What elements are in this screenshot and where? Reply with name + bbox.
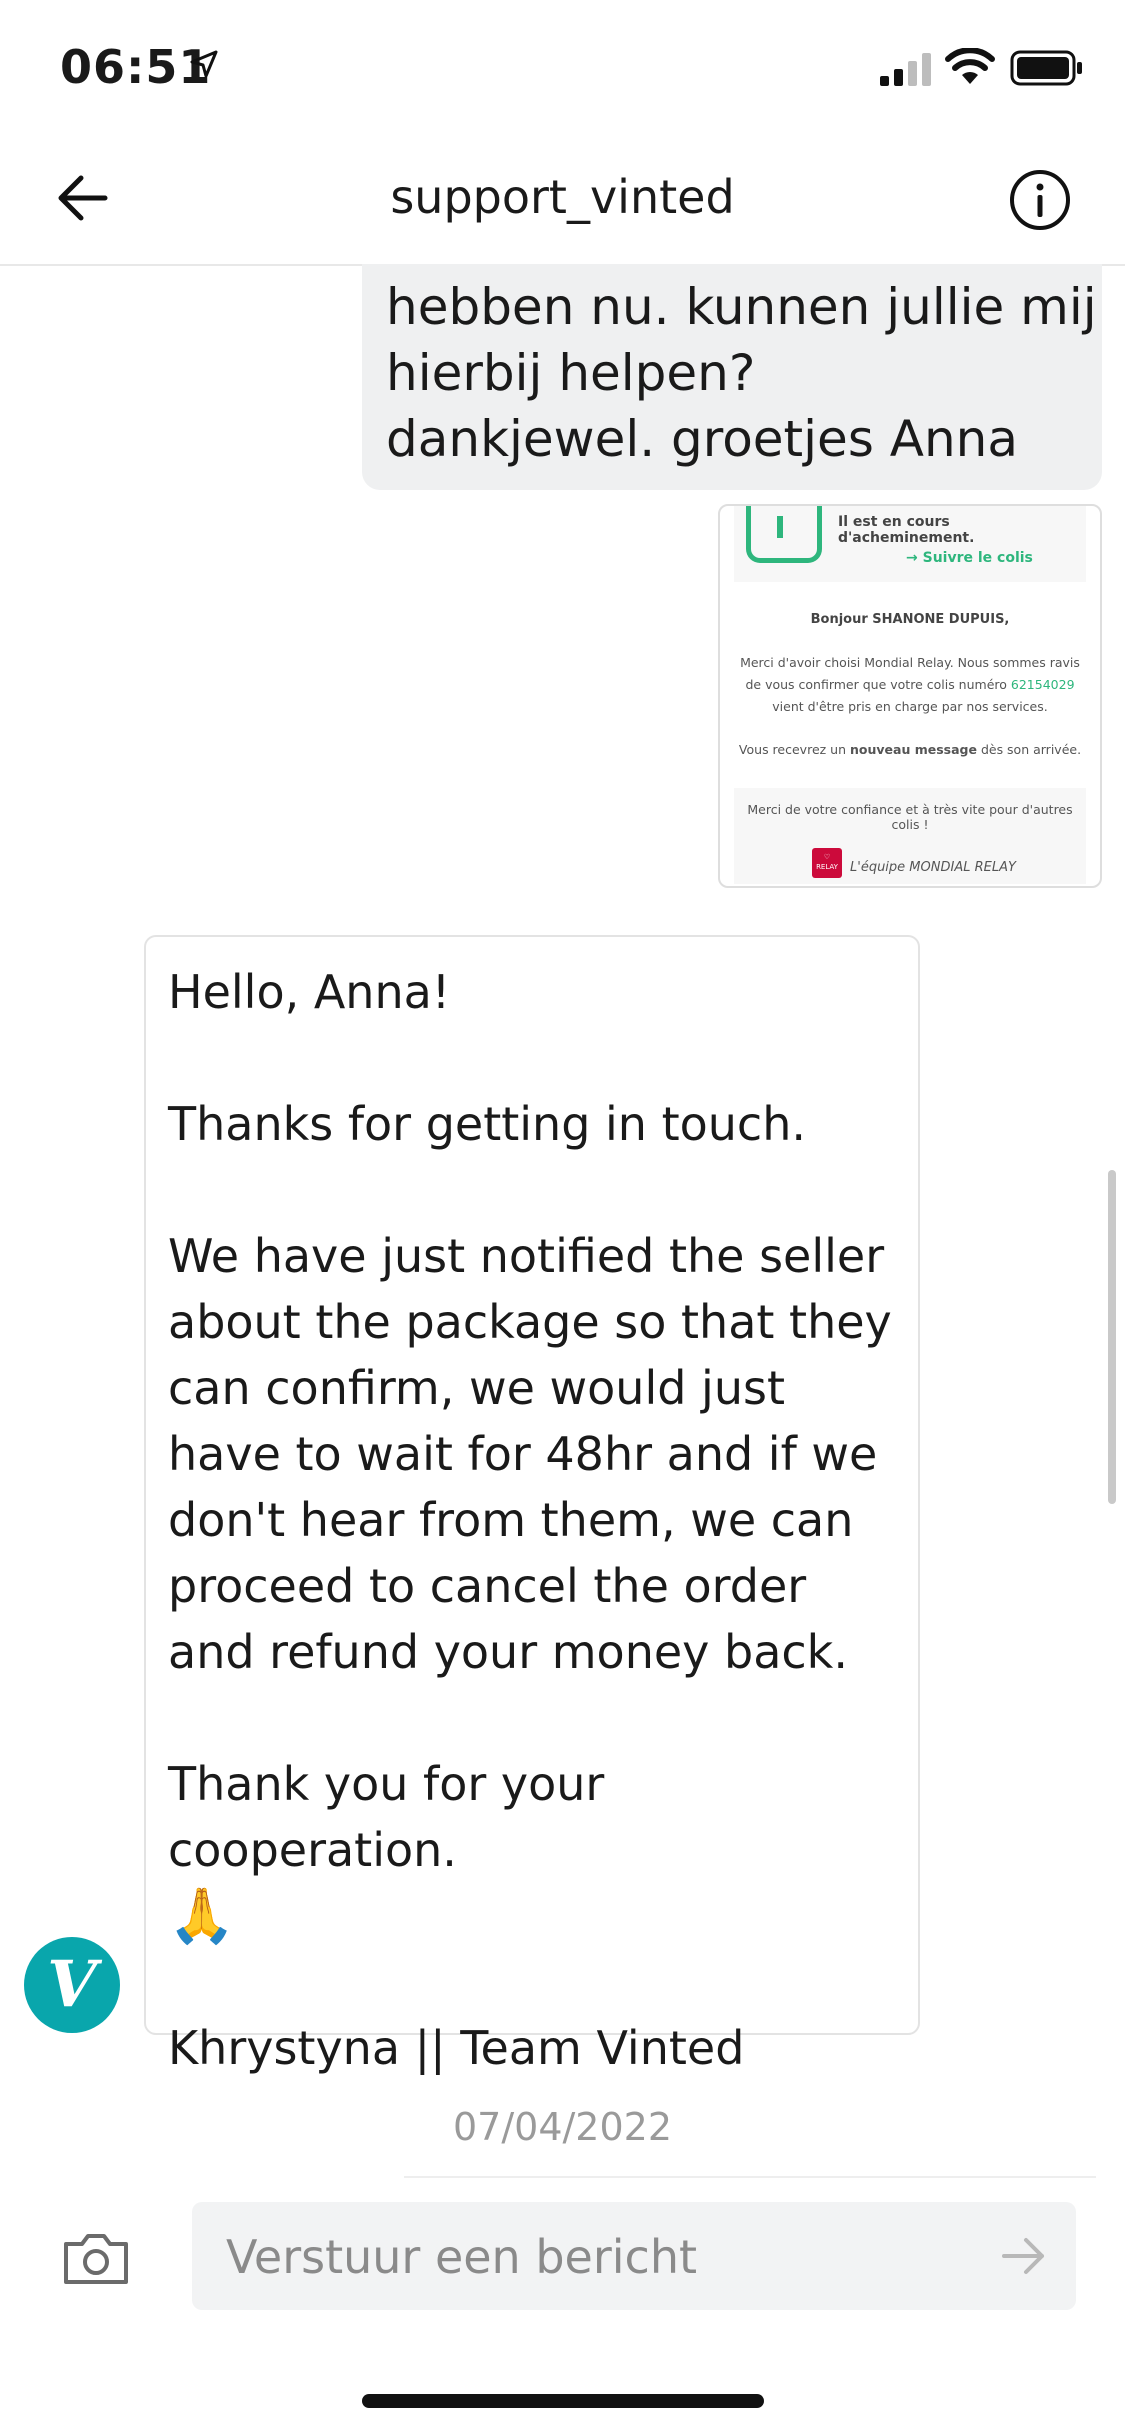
user-message-text: hebben nu. kunnen jullie mij hierbij hel… [386, 278, 1097, 468]
support-paragraph: Thanks for getting in touch. [168, 1097, 806, 1151]
support-signature: Khrystyna || Team Vinted [168, 2021, 745, 2075]
wifi-icon [945, 48, 995, 84]
attachment-signature: L'équipe MONDIAL RELAY [850, 860, 1016, 875]
chat-header: support_vinted [0, 140, 1125, 266]
mondial-relay-logo: ♡ RELAY [812, 848, 842, 878]
attachment-body: Merci d'avoir choisi Mondial Relay. Nous… [740, 655, 1080, 714]
location-arrow-icon [190, 50, 218, 78]
vinted-avatar[interactable]: V [24, 1937, 120, 2033]
cellular-signal-icon [880, 53, 931, 86]
divider [404, 2176, 1096, 2178]
attachment-greeting: Bonjour SHANONE DUPUIS, [810, 612, 1010, 627]
conversation-title: support_vinted [390, 170, 735, 224]
attachment-thanks: Merci de votre confiance et à très vite … [747, 802, 1073, 832]
attachment-status-text: Il est en cours d'acheminement. [838, 514, 975, 546]
status-bar: 06:51 [0, 0, 1125, 140]
message-input[interactable] [224, 2202, 988, 2312]
home-indicator[interactable] [362, 2394, 764, 2408]
attachment-header-band: Il est en cours d'acheminement. → Suivre… [734, 506, 1086, 582]
send-button[interactable] [998, 2230, 1050, 2282]
track-parcel-link: → Suivre le colis [906, 550, 1033, 566]
attachment-notice: Vous recevrez un nouveau message dès son… [738, 742, 1082, 757]
support-message-text: Hello, Anna! Thanks for getting in touch… [168, 959, 898, 2081]
support-paragraph: We have just notified the seller about t… [168, 1229, 892, 1679]
phone-icon [746, 506, 822, 563]
date-separator: 07/04/2022 [452, 2105, 673, 2149]
support-message-bubble[interactable]: Hello, Anna! Thanks for getting in touch… [144, 935, 920, 2075]
attachment-footer-band: Merci de votre confiance et à très vite … [734, 788, 1086, 884]
message-composer[interactable] [192, 2202, 1076, 2312]
support-paragraph: Hello, Anna! [168, 965, 451, 1019]
parcel-number: 62154029 [1010, 677, 1075, 692]
praying-hands-emoji: 🙏 [168, 1884, 236, 1947]
user-message-bubble[interactable]: hebben nu. kunnen jullie mij hierbij hel… [362, 264, 1102, 490]
battery-icon [1010, 50, 1082, 86]
support-paragraph: Thank you for your cooperation. [168, 1757, 605, 1877]
info-button[interactable] [1008, 168, 1072, 232]
attachment-content: Il est en cours d'acheminement. → Suivre… [734, 506, 1086, 884]
avatar-letter: V [47, 1947, 97, 2022]
camera-button[interactable] [62, 2230, 130, 2286]
attachment-image[interactable]: Il est en cours d'acheminement. → Suivre… [718, 504, 1102, 888]
scrollbar[interactable] [1108, 1170, 1116, 1504]
